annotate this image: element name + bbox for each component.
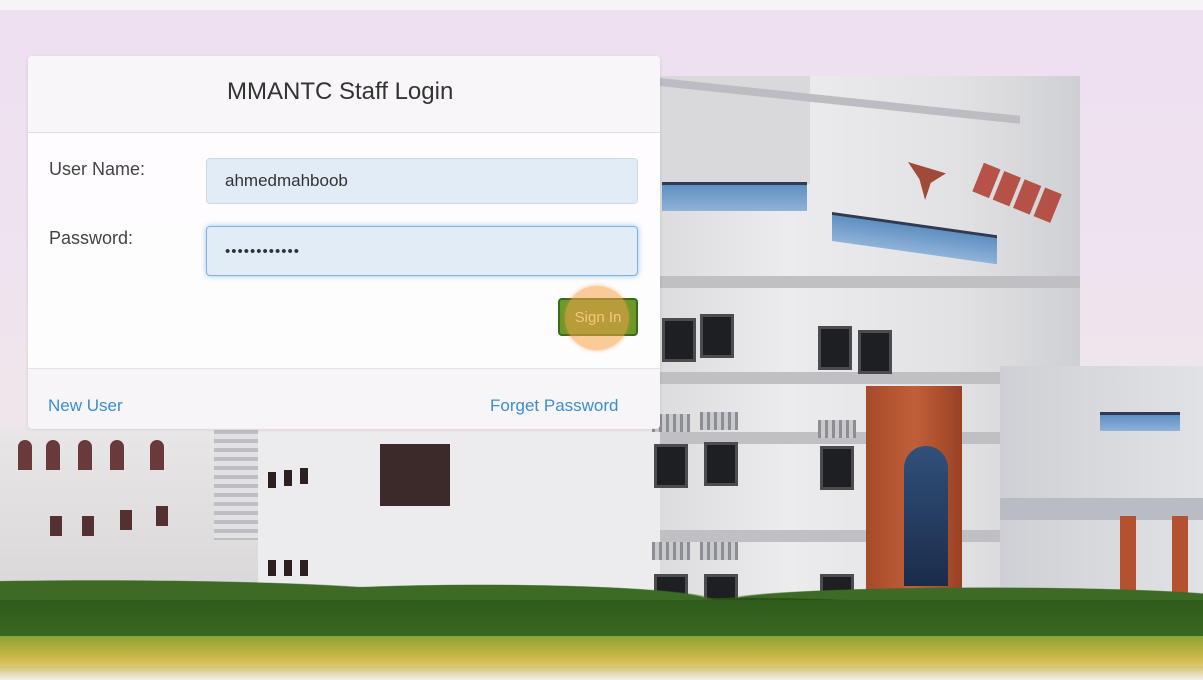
signin-area: Sign In xyxy=(558,286,638,350)
left-building-window xyxy=(82,516,94,536)
tower-window xyxy=(820,446,854,490)
left-building-arch xyxy=(150,440,164,470)
middle-building-window xyxy=(380,444,450,506)
left-building-window xyxy=(120,510,132,530)
glass-band xyxy=(1100,412,1180,431)
left-building-arch xyxy=(18,440,32,470)
lawn-edge xyxy=(0,666,1203,680)
left-building-arch xyxy=(78,440,92,470)
new-user-link[interactable]: New User xyxy=(48,396,123,416)
login-card: MMANTC Staff Login User Name: Password: … xyxy=(28,56,660,429)
balcony-grill xyxy=(818,420,856,438)
login-title: MMANTC Staff Login xyxy=(227,78,454,105)
left-building-arch xyxy=(110,440,124,470)
sign-in-button[interactable]: Sign In xyxy=(558,298,638,336)
left-building-window xyxy=(50,516,62,536)
balcony-grill xyxy=(652,542,690,560)
balcony-grill xyxy=(700,542,738,560)
forget-password-link[interactable]: Forget Password xyxy=(490,396,619,416)
username-label: User Name: xyxy=(49,159,146,179)
left-building-window xyxy=(156,506,168,526)
small-window xyxy=(300,468,308,484)
balcony-grill xyxy=(700,412,738,430)
tower-window xyxy=(704,442,738,486)
floor-slab xyxy=(660,276,1080,288)
grey-pillar xyxy=(214,430,258,540)
card-header: MMANTC Staff Login xyxy=(28,56,660,133)
small-window xyxy=(268,472,276,488)
tower-window xyxy=(700,314,734,358)
left-building-arch xyxy=(46,440,60,470)
password-field[interactable] xyxy=(206,226,638,276)
paper-edge xyxy=(0,0,1203,10)
tower-window xyxy=(662,318,696,362)
username-field[interactable] xyxy=(206,158,638,204)
password-label: Password: xyxy=(49,228,134,248)
tower-window xyxy=(818,326,852,370)
tower-window xyxy=(858,330,892,374)
glass-band xyxy=(662,182,807,211)
small-window xyxy=(284,470,292,486)
tower-window xyxy=(654,444,688,488)
